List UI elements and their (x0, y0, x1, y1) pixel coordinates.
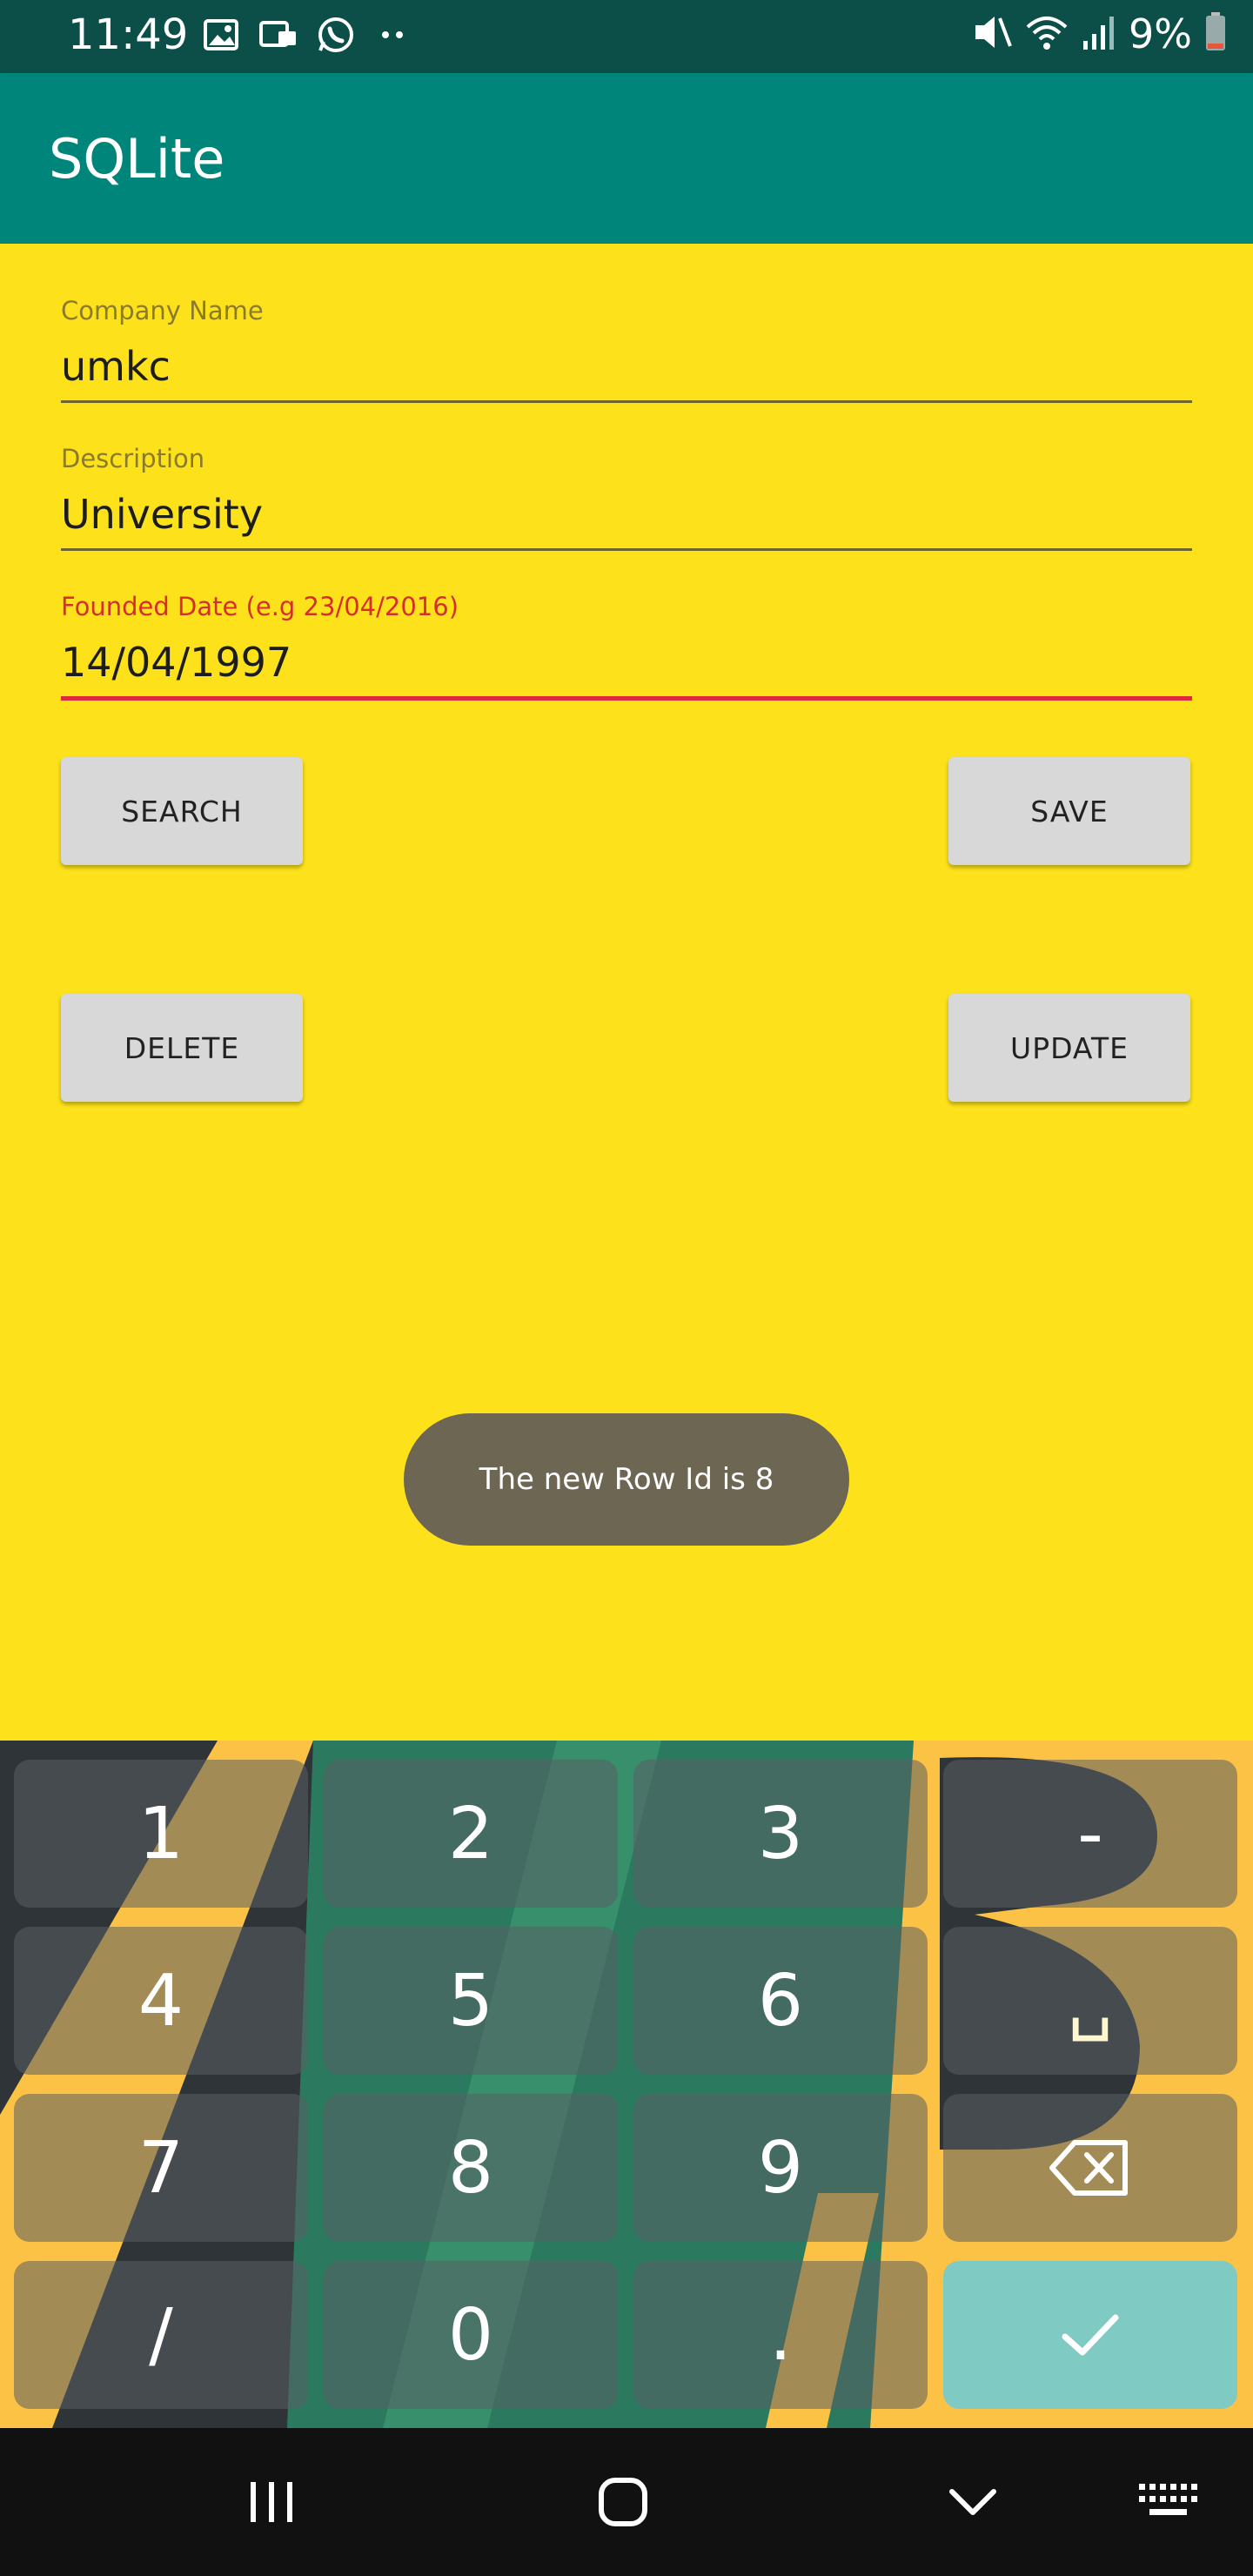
company-name-input[interactable]: umkc (61, 343, 1192, 397)
key-minus[interactable]: - (943, 1760, 1237, 1908)
toast-message: The new Row Id is 8 (404, 1413, 849, 1546)
whatsapp-icon (317, 16, 355, 54)
mute-icon (972, 13, 1012, 55)
key-3[interactable]: 3 (633, 1760, 928, 1908)
key-0[interactable]: 0 (324, 2261, 618, 2409)
description-field[interactable]: Description University (61, 444, 1192, 551)
founded-date-input[interactable]: 14/04/1997 (61, 639, 1192, 693)
home-icon[interactable] (588, 2472, 658, 2532)
key-slash[interactable]: / (14, 2261, 308, 2409)
key-8[interactable]: 8 (324, 2094, 618, 2242)
voicemail-icon (259, 16, 298, 54)
keyboard-switch-icon[interactable] (1133, 2472, 1203, 2532)
key-6[interactable]: 6 (633, 1927, 928, 2075)
founded-date-underline (61, 696, 1192, 701)
key-done[interactable] (943, 2261, 1237, 2409)
app-title: SQLite (49, 127, 225, 191)
navigation-bar (0, 2428, 1253, 2576)
description-label: Description (61, 444, 205, 473)
key-2[interactable]: 2 (324, 1760, 618, 1908)
hide-keyboard-icon[interactable] (938, 2472, 1008, 2532)
numeric-keyboard: 1 2 3 - 4 5 6 ␣ 7 8 9 / 0 . (0, 1741, 1253, 2428)
founded-date-field[interactable]: Founded Date (e.g 23/04/2016) 14/04/1997 (61, 592, 1192, 701)
key-backspace[interactable] (943, 2094, 1237, 2242)
key-period[interactable]: . (633, 2261, 928, 2409)
key-4[interactable]: 4 (14, 1927, 308, 2075)
notification-icons (202, 16, 412, 54)
more-dots-icon (374, 16, 412, 54)
checkmark-icon (1062, 2314, 1119, 2356)
battery-percent: 9% (1129, 10, 1192, 57)
save-button[interactable]: SAVE (948, 757, 1190, 865)
backspace-icon (1049, 2140, 1128, 2196)
description-input[interactable]: University (61, 491, 1192, 545)
recents-icon[interactable] (237, 2472, 306, 2532)
description-underline (61, 548, 1192, 551)
wifi-icon (1024, 13, 1069, 55)
key-space[interactable]: ␣ (943, 1927, 1237, 2075)
company-name-underline (61, 400, 1192, 403)
key-5[interactable]: 5 (324, 1927, 618, 2075)
battery-icon (1204, 12, 1227, 56)
key-9[interactable]: 9 (633, 2094, 928, 2242)
search-button[interactable]: SEARCH (61, 757, 303, 865)
update-button[interactable]: UPDATE (948, 994, 1190, 1102)
delete-button[interactable]: DELETE (61, 994, 303, 1102)
company-name-label: Company Name (61, 296, 264, 325)
founded-date-label: Founded Date (e.g 23/04/2016) (61, 592, 459, 621)
system-status: 9% (972, 10, 1227, 57)
key-7[interactable]: 7 (14, 2094, 308, 2242)
company-name-field[interactable]: Company Name umkc (61, 296, 1192, 403)
status-bar: 11:49 9% (0, 0, 1253, 73)
status-time: 11:49 (68, 10, 189, 59)
key-1[interactable]: 1 (14, 1760, 308, 1908)
signal-icon (1082, 13, 1116, 55)
image-icon (202, 16, 240, 54)
app-bar: SQLite (0, 73, 1253, 244)
